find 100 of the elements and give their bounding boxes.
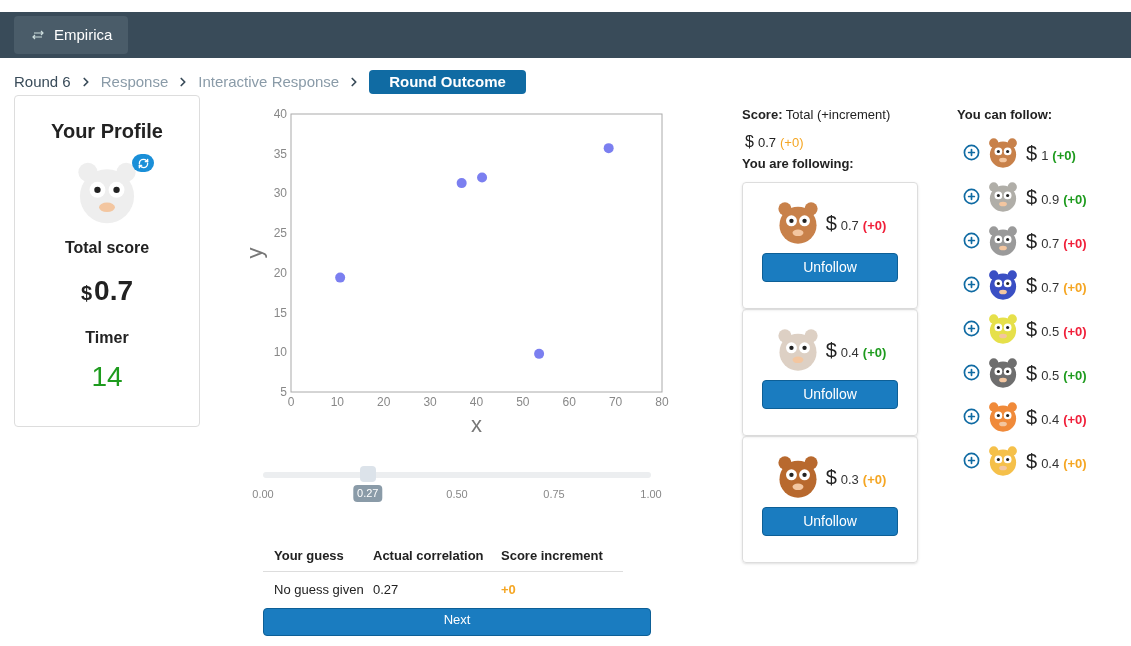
slider-thumb[interactable] [359, 466, 376, 482]
dollar-sign: $ [825, 338, 837, 363]
timer-label: Timer [85, 328, 129, 348]
add-icon[interactable] [963, 144, 980, 161]
data-point [456, 178, 467, 189]
player-score: 0.4 [1041, 410, 1060, 429]
score-increment: (+0) [1063, 278, 1087, 297]
y-tick-label: 20 [273, 265, 287, 280]
player-score: 0.4 [840, 344, 859, 362]
breadcrumb[interactable]: Round Outcome [369, 70, 526, 94]
add-icon[interactable] [963, 408, 980, 425]
add-icon[interactable] [963, 188, 980, 205]
x-axis-label: x [471, 412, 482, 437]
data-point [534, 348, 545, 359]
score-increment: (+0) [862, 344, 887, 362]
next-button[interactable]: Next [263, 608, 651, 636]
can-follow-heading: You can follow: [957, 106, 1054, 124]
player-score: 0.7 [1041, 234, 1060, 253]
unfollow-button[interactable]: Unfollow [762, 507, 898, 536]
column-header: Score increment [501, 546, 603, 565]
x-tick-label: 20 [377, 395, 391, 409]
animal-face-icon [986, 355, 1020, 390]
total-score: 0.7 [757, 133, 776, 152]
animal-face-icon [986, 179, 1020, 214]
add-icon[interactable] [963, 320, 980, 337]
data-point [477, 172, 488, 183]
player-score: 0.7 [840, 217, 859, 235]
y-tick-label: 35 [273, 146, 287, 161]
x-tick-label: 10 [330, 395, 345, 409]
score-increment: (+0) [862, 471, 887, 489]
breadcrumb[interactable]: Round 6 [14, 70, 71, 94]
slider-value-label: 0.27 [353, 485, 383, 502]
dollar-sign: $ [1026, 316, 1038, 342]
score-increment: (+0) [780, 133, 804, 152]
score-increment: (+0) [1052, 146, 1076, 165]
y-tick-label: 10 [273, 345, 287, 360]
refresh-badge[interactable] [132, 154, 154, 172]
dollar-sign: $ [1026, 404, 1038, 430]
following-heading: You are following: [742, 154, 855, 173]
x-tick-label: 60 [562, 395, 576, 409]
breadcrumb[interactable]: Response [100, 70, 169, 94]
score-increment: (+0) [862, 217, 887, 235]
brand-button[interactable]: Empirica [14, 16, 129, 54]
column-header: Your guess [273, 546, 345, 565]
slider-tick-label: 0.00 [252, 487, 274, 502]
slider-tick-label: 0.50 [446, 487, 468, 502]
dollar-sign: $ [1026, 228, 1038, 254]
x-tick-label: 40 [469, 395, 484, 409]
animal-face-icon [986, 267, 1020, 302]
add-icon[interactable] [963, 232, 980, 249]
player-score: 0.7 [1041, 278, 1060, 297]
x-tick-label: 80 [655, 395, 669, 409]
total-score: 0.7 [94, 274, 134, 308]
score-increment: (+0) [1063, 454, 1087, 473]
player-score: 0.9 [1041, 190, 1060, 209]
breadcrumb[interactable]: Interactive Response [198, 70, 340, 94]
player-score: 0.3 [840, 471, 859, 489]
unfollow-button[interactable]: Unfollow [762, 253, 898, 282]
score-increment: (+0) [1063, 366, 1087, 385]
unfollow-button[interactable]: Unfollow [762, 380, 898, 409]
y-tick-label: 30 [273, 186, 287, 201]
dollar-sign: $ [1026, 140, 1038, 166]
arrows-icon [30, 30, 46, 40]
table-cell-text: 0.27 [373, 581, 400, 600]
add-icon[interactable] [963, 276, 980, 293]
score-increment: (+0) [1063, 234, 1087, 253]
dollar-sign: $ [1026, 272, 1038, 298]
x-tick-label: 30 [423, 395, 437, 409]
y-tick-label: 40 [273, 107, 287, 121]
animal-face-icon [986, 135, 1020, 170]
column-header: Actual correlation [373, 546, 485, 565]
animal-face-icon [986, 399, 1020, 434]
dollar-sign: $ [745, 131, 754, 152]
timer-value: 14 [91, 360, 123, 394]
score-label: Total score [64, 238, 150, 258]
score-increment: (+0) [1063, 410, 1087, 429]
player-score: 1 [1041, 146, 1049, 165]
y-tick-label: 5 [280, 385, 287, 399]
player-score: 0.5 [1041, 322, 1060, 341]
animal-face-icon [986, 443, 1020, 478]
score-heading: Score: Total (+increment) [742, 106, 892, 124]
table-cell-text: No guess given [273, 581, 365, 600]
animal-face-icon [986, 223, 1020, 258]
y-axis-label: y [246, 247, 267, 259]
animal-face-icon [986, 311, 1020, 346]
data-point [335, 272, 346, 283]
player-score: 0.4 [1041, 454, 1060, 473]
score-increment: (+0) [1063, 322, 1087, 341]
dollar-sign: $ [1026, 184, 1038, 210]
dollar-sign: $ [80, 281, 93, 306]
score-increment: (+0) [1063, 190, 1087, 209]
add-icon[interactable] [963, 364, 980, 381]
x-tick-label: 0 [287, 395, 295, 409]
profile-title: Your Profile [51, 119, 163, 144]
add-icon[interactable] [963, 452, 980, 469]
data-point [603, 143, 614, 154]
dollar-sign: $ [825, 211, 837, 236]
dollar-sign: $ [1026, 448, 1038, 474]
player-score: 0.5 [1041, 366, 1060, 385]
table-cell-text: +0 [501, 581, 516, 600]
